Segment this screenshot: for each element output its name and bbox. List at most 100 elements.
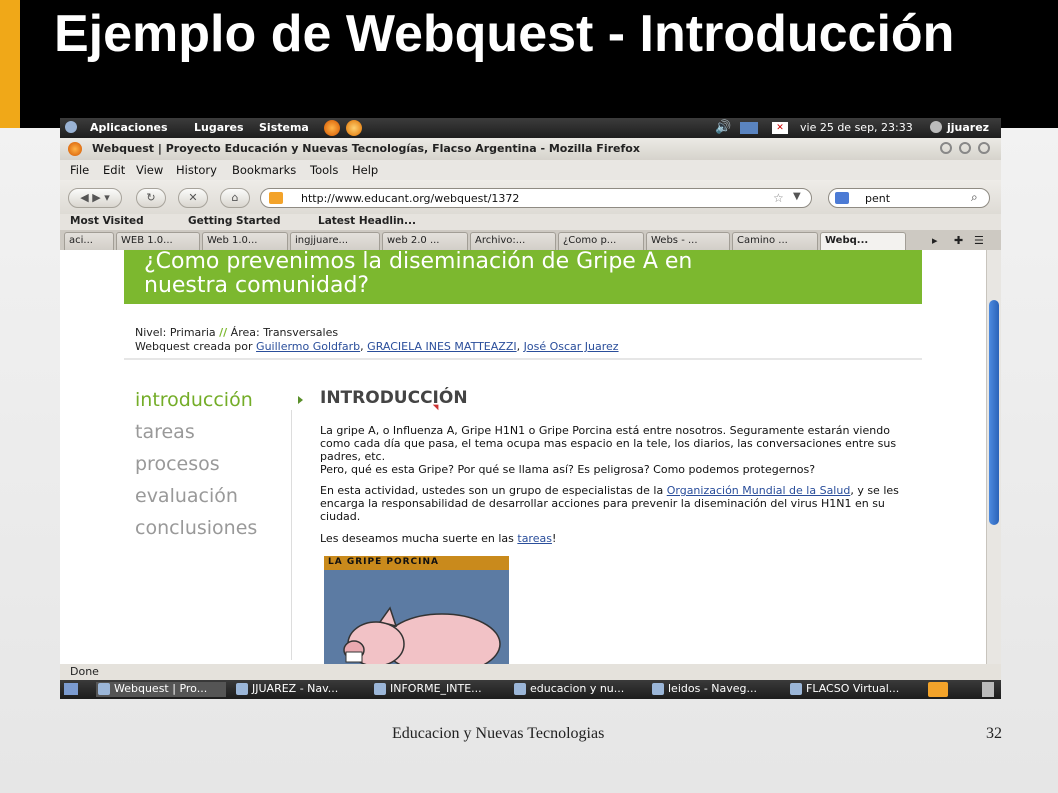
- menu-tools[interactable]: Tools: [310, 163, 338, 177]
- tab[interactable]: Camino ...: [732, 232, 818, 250]
- window-title: Webquest | Proyecto Educación y Nuevas T…: [92, 142, 640, 155]
- url-text[interactable]: http://www.educant.org/webquest/1372: [301, 192, 519, 205]
- show-desktop-icon[interactable]: [64, 683, 78, 695]
- menu-aplicaciones[interactable]: Aplicaciones: [90, 121, 168, 134]
- tray-app-icon[interactable]: [928, 682, 948, 697]
- slide-title: Ejemplo de Webquest - Introducción: [54, 5, 955, 63]
- user-name[interactable]: jjuarez: [947, 121, 989, 134]
- intro-text: La gripe A, o Influenza A, Gripe H1N1 o …: [320, 424, 897, 463]
- taskbar-item[interactable]: INFORME_INTE...: [372, 682, 502, 697]
- tab-scroll-right-icon[interactable]: ▸: [932, 234, 938, 247]
- site-favicon: [269, 192, 283, 204]
- taskbar-label: INFORME_INTE...: [390, 682, 482, 695]
- tab[interactable]: ¿Como p...: [558, 232, 644, 250]
- menu-edit[interactable]: Edit: [103, 163, 125, 177]
- divider: [124, 358, 922, 360]
- bookmark-getting-started[interactable]: Getting Started: [188, 215, 281, 227]
- tab[interactable]: WEB 1.0...: [116, 232, 200, 250]
- taskbar-item[interactable]: Webquest | Pro...: [96, 682, 226, 697]
- nav-conclusiones[interactable]: conclusiones: [135, 512, 257, 544]
- chevron-down-icon[interactable]: ▼: [793, 191, 801, 202]
- tab[interactable]: Archivo:...: [470, 232, 556, 250]
- taskbar-label: JJUAREZ - Nav...: [252, 682, 339, 695]
- vertical-scrollbar[interactable]: [986, 250, 1001, 664]
- divider: [291, 410, 292, 660]
- search-box[interactable]: pent ⌕: [828, 188, 990, 208]
- gripe-porcina-image: LA GRIPE PORCINA: [324, 556, 509, 664]
- area-label: Área: Transversales: [230, 326, 339, 339]
- star-icon[interactable]: ☆: [773, 191, 784, 205]
- tab[interactable]: web 2.0 ...: [382, 232, 468, 250]
- tab[interactable]: Web 1.0...: [202, 232, 288, 250]
- banner-line1: ¿Como prevenimos la diseminación de Grip…: [144, 250, 693, 274]
- nav-introduccion[interactable]: introducción: [135, 384, 257, 416]
- google-icon[interactable]: [835, 192, 849, 204]
- minimize-button[interactable]: [940, 142, 952, 154]
- nav-procesos[interactable]: procesos: [135, 448, 257, 480]
- author-link[interactable]: GRACIELA INES MATTEAZZI: [367, 340, 516, 353]
- gnome-foot-icon[interactable]: [65, 121, 77, 133]
- taskbar-item[interactable]: leidos - Naveg...: [650, 682, 778, 697]
- bookmark-latest-headlines[interactable]: Latest Headlin...: [318, 215, 416, 227]
- home-icon[interactable]: ⌂: [220, 188, 250, 208]
- taskbar-item[interactable]: JJUAREZ - Nav...: [234, 682, 362, 697]
- reload-icon[interactable]: ↻: [136, 188, 166, 208]
- bookmark-most-visited[interactable]: Most Visited: [70, 215, 144, 227]
- menu-bar: File Edit View History Bookmarks Tools H…: [60, 160, 1001, 180]
- back-forward-button[interactable]: ◀ ▶ ▾: [68, 188, 122, 208]
- maximize-button[interactable]: [959, 142, 971, 154]
- tab-active[interactable]: Webq...: [820, 232, 906, 250]
- document-icon: [374, 683, 386, 695]
- menu-lugares[interactable]: Lugares: [194, 121, 244, 134]
- tab[interactable]: aci...: [64, 232, 114, 250]
- section-heading: INTRODUCCIÓN: [320, 388, 468, 408]
- taskbar-item[interactable]: FLACSO Virtual...: [788, 682, 920, 697]
- page-content: ¿Como prevenimos la diseminación de Grip…: [60, 250, 986, 664]
- tab-list-icon[interactable]: ☰: [974, 234, 984, 247]
- nav-evaluacion[interactable]: evaluación: [135, 480, 257, 512]
- tab[interactable]: ingjjuare...: [290, 232, 380, 250]
- taskbar-label: FLACSO Virtual...: [806, 682, 900, 695]
- close-window-button[interactable]: [978, 142, 990, 154]
- author-link[interactable]: José Oscar Juarez: [524, 340, 619, 353]
- clock[interactable]: vie 25 de sep, 23:33: [800, 121, 913, 134]
- nivel-label: Nivel: Primaria: [135, 326, 216, 339]
- trash-icon[interactable]: [982, 682, 994, 697]
- menu-bookmarks[interactable]: Bookmarks: [232, 163, 296, 177]
- network-icon[interactable]: [740, 122, 758, 134]
- intro-paragraph-2: En esta actividad, ustedes son un grupo …: [320, 484, 910, 523]
- status-text: Done: [70, 665, 99, 678]
- tab-strip: aci... WEB 1.0... Web 1.0... ingjjuare..…: [60, 230, 1001, 250]
- nav-tareas[interactable]: tareas: [135, 416, 257, 448]
- firefox-launcher-icon[interactable]: [324, 120, 340, 136]
- search-icon[interactable]: ⌕: [971, 190, 978, 205]
- tab[interactable]: Webs - ...: [646, 232, 730, 250]
- created-by-label: Webquest creada por: [135, 340, 253, 353]
- taskbar-item[interactable]: educacion y nu...: [512, 682, 640, 697]
- menu-file[interactable]: File: [70, 163, 89, 177]
- scrollbar-thumb[interactable]: [989, 300, 999, 525]
- taskbar-label: educacion y nu...: [530, 682, 625, 695]
- volume-icon[interactable]: 🔊: [715, 120, 731, 135]
- intro-questions: Pero, qué es esta Gripe? Por qué se llam…: [320, 463, 816, 476]
- mail-icon[interactable]: ✕: [772, 122, 788, 134]
- menu-history[interactable]: History: [176, 163, 217, 177]
- power-icon[interactable]: [930, 121, 942, 133]
- tareas-link[interactable]: tareas: [517, 532, 552, 545]
- author-link[interactable]: Guillermo Goldfarb: [256, 340, 360, 353]
- menu-view[interactable]: View: [136, 163, 163, 177]
- menu-help[interactable]: Help: [352, 163, 378, 177]
- browser-icon: [236, 683, 248, 695]
- stop-icon[interactable]: ✕: [178, 188, 208, 208]
- paragraph-text: En esta actividad, ustedes son un grupo …: [320, 484, 664, 497]
- ubuntu-launcher-icon[interactable]: [346, 120, 362, 136]
- url-bar[interactable]: http://www.educant.org/webquest/1372 ☆ ▼: [260, 188, 812, 208]
- new-tab-icon[interactable]: ✚: [954, 234, 963, 247]
- oms-link[interactable]: Organización Mundial de la Salud: [667, 484, 851, 497]
- menu-sistema[interactable]: Sistema: [259, 121, 309, 134]
- status-bar: Done: [60, 664, 1001, 680]
- webquest-meta: Nivel: Primaria // Área: Transversales W…: [135, 326, 619, 353]
- search-input[interactable]: pent: [865, 192, 890, 205]
- slide-page-number: 32: [986, 725, 1002, 742]
- document-icon: [514, 683, 526, 695]
